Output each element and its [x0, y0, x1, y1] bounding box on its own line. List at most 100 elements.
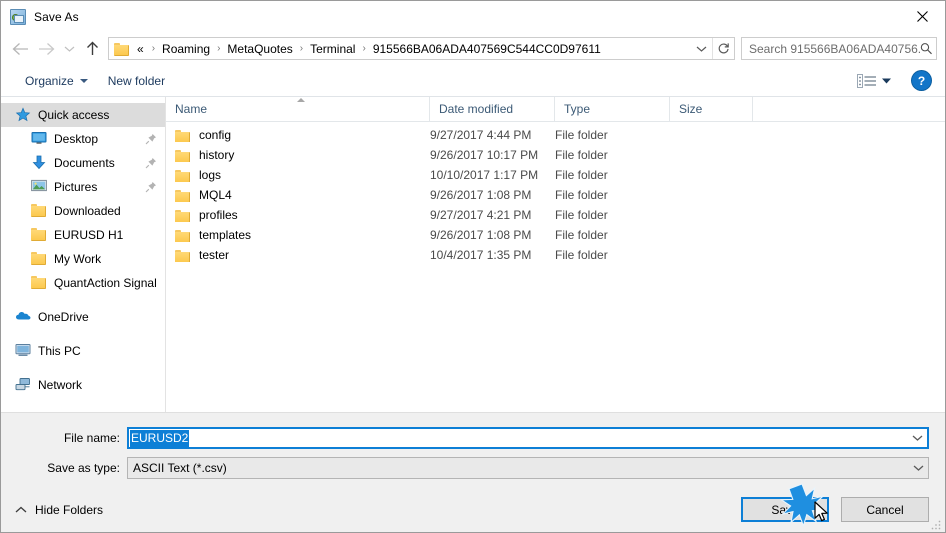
table-row[interactable]: profiles 9/27/2017 4:21 PM File folder	[166, 205, 945, 225]
this-pc-icon	[15, 343, 31, 359]
hide-folders-button[interactable]: Hide Folders	[15, 503, 103, 517]
breadcrumb-item-current[interactable]: 915566BA06ADA407569C544CC0D97611	[372, 42, 602, 56]
save-form: File name: EURUSD2 Save as type: ASCII T…	[1, 412, 945, 487]
up-button[interactable]	[79, 36, 105, 62]
folder-icon	[175, 129, 191, 142]
view-options-icon[interactable]	[857, 73, 876, 88]
sidebar-item-label: QuantAction Signal	[54, 276, 157, 290]
new-folder-label: New folder	[107, 73, 166, 88]
sidebar-divider	[1, 329, 165, 339]
back-button[interactable]	[7, 36, 33, 62]
sidebar-item-eurusd-h1[interactable]: EURUSD H1	[1, 223, 165, 247]
chevron-down-icon	[64, 46, 74, 52]
column-header-name[interactable]: Name	[166, 97, 430, 121]
refresh-button[interactable]	[712, 38, 734, 59]
sidebar-item-this-pc[interactable]: This PC	[1, 339, 165, 363]
column-header-size[interactable]: Size	[670, 97, 753, 121]
save-button[interactable]: Save	[741, 497, 829, 522]
arrow-right-icon	[38, 42, 54, 55]
file-list[interactable]: config 9/27/2017 4:44 PM File folder his…	[166, 122, 945, 412]
dialog-body: Quick access Desktop Documents Pictures …	[1, 97, 945, 412]
filetype-label: Save as type:	[47, 461, 120, 475]
file-name-cell: config	[166, 128, 430, 142]
pin-icon[interactable]	[145, 157, 157, 169]
refresh-icon	[718, 43, 729, 54]
file-name-cell: profiles	[166, 208, 430, 222]
sidebar-item-label: Quick access	[38, 108, 110, 122]
cancel-button[interactable]: Cancel	[841, 497, 929, 522]
forward-button[interactable]	[33, 36, 59, 62]
cancel-label: Cancel	[866, 502, 904, 517]
table-row[interactable]: config 9/27/2017 4:44 PM File folder	[166, 125, 945, 145]
close-button[interactable]	[899, 1, 945, 32]
documents-icon	[31, 155, 47, 171]
folder-icon	[31, 275, 47, 291]
breadcrumb-overflow[interactable]: «	[136, 42, 146, 56]
desktop-icon	[31, 131, 47, 147]
table-row[interactable]: history 9/26/2017 10:17 PM File folder	[166, 145, 945, 165]
resize-grip[interactable]	[930, 518, 942, 530]
filename-field[interactable]: EURUSD2	[127, 427, 929, 449]
sidebar-item-onedrive[interactable]: OneDrive	[1, 305, 165, 329]
sidebar-item-quantaction-signal[interactable]: QuantAction Signal	[1, 271, 165, 295]
chevron-down-icon	[912, 435, 922, 441]
navigation-bar: « › Roaming › MetaQuotes › Terminal › 91…	[1, 32, 945, 65]
window-title: Save As	[34, 9, 79, 24]
onedrive-icon	[15, 309, 31, 325]
pin-icon[interactable]	[145, 181, 157, 193]
sidebar-divider	[1, 295, 165, 305]
table-row[interactable]: templates 9/26/2017 1:08 PM File folder	[166, 225, 945, 245]
navigation-pane: Quick access Desktop Documents Pictures …	[1, 97, 166, 412]
breadcrumb-item-metaquotes[interactable]: MetaQuotes	[226, 42, 293, 56]
search-box[interactable]: Search 915566BA06ADA40756...	[741, 37, 937, 60]
column-header-label: Size	[679, 102, 703, 116]
pictures-icon	[31, 179, 47, 195]
file-name-cell: tester	[166, 248, 430, 262]
new-folder-button[interactable]: New folder	[98, 70, 175, 92]
filetype-select[interactable]: ASCII Text (*.csv)	[127, 457, 929, 479]
file-type-cell: File folder	[555, 228, 608, 242]
help-icon[interactable]: ?	[912, 71, 931, 90]
column-header-date-modified[interactable]: Date modified	[430, 97, 555, 121]
breadcrumb-item-roaming[interactable]: Roaming	[161, 42, 211, 56]
file-date-cell: 9/27/2017 4:44 PM	[430, 128, 532, 142]
column-header-label: Type	[564, 102, 591, 116]
filename-input[interactable]: EURUSD2	[130, 429, 190, 447]
table-row[interactable]: MQL4 9/26/2017 1:08 PM File folder	[166, 185, 945, 205]
breadcrumb-item-terminal[interactable]: Terminal	[309, 42, 356, 56]
sidebar-item-quick-access[interactable]: Quick access	[1, 103, 165, 127]
pin-icon[interactable]	[145, 133, 157, 145]
organize-button[interactable]: Organize	[15, 70, 98, 92]
table-row[interactable]: logs 10/10/2017 1:17 PM File folder	[166, 165, 945, 185]
address-bar[interactable]: « › Roaming › MetaQuotes › Terminal › 91…	[108, 37, 735, 60]
search-input[interactable]: Search 915566BA06ADA40756...	[749, 42, 920, 56]
recent-locations-button[interactable]	[59, 36, 79, 62]
filename-dropdown-button[interactable]	[907, 429, 927, 447]
view-dropdown-button[interactable]	[881, 72, 892, 90]
sidebar-item-label: Documents	[54, 156, 115, 170]
sidebar-item-pictures[interactable]: Pictures	[1, 175, 165, 199]
file-type-cell: File folder	[555, 168, 608, 182]
save-label: Save	[771, 502, 799, 517]
sidebar-item-label: This PC	[38, 344, 81, 358]
sidebar-item-desktop[interactable]: Desktop	[1, 127, 165, 151]
sidebar-item-label: My Work	[54, 252, 102, 266]
filetype-dropdown-button[interactable]	[908, 458, 928, 478]
sidebar-item-network[interactable]: Network	[1, 373, 165, 397]
sidebar-item-my-work[interactable]: My Work	[1, 247, 165, 271]
folder-icon	[175, 189, 191, 202]
sidebar-item-downloaded[interactable]: Downloaded	[1, 199, 165, 223]
file-name-label: MQL4	[199, 188, 232, 202]
table-row[interactable]: tester 10/4/2017 1:35 PM File folder	[166, 245, 945, 265]
column-header-type[interactable]: Type	[555, 97, 670, 121]
folder-icon	[31, 251, 47, 267]
file-name-label: tester	[199, 248, 230, 262]
sidebar-item-label: Pictures	[54, 180, 98, 194]
filename-row: File name: EURUSD2	[1, 427, 929, 449]
sidebar-item-documents[interactable]: Documents	[1, 151, 165, 175]
file-date-cell: 9/26/2017 1:08 PM	[430, 188, 532, 202]
breadcrumb-separator: ›	[217, 43, 221, 54]
address-dropdown-button[interactable]	[690, 38, 712, 59]
star-icon	[15, 107, 31, 123]
arrow-up-icon	[86, 41, 98, 55]
